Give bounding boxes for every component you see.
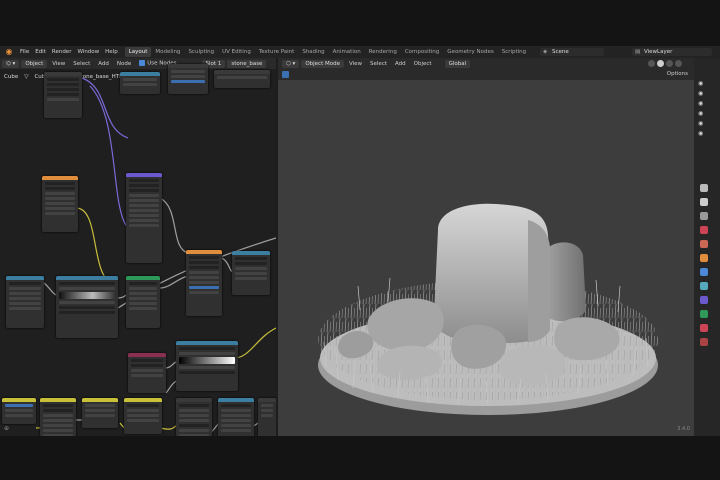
tool-properties-icon[interactable]	[700, 184, 708, 192]
tab-animation[interactable]: Animation	[329, 47, 365, 57]
wire	[159, 275, 189, 289]
tab-texture-paint[interactable]: Texture Paint	[255, 47, 299, 57]
tab-scripting[interactable]: Scripting	[498, 47, 530, 57]
menu-object[interactable]: Object	[411, 61, 435, 67]
physics-properties-icon[interactable]	[700, 296, 708, 304]
node-color-ramp[interactable]	[56, 276, 118, 338]
tab-shading[interactable]: Shading	[298, 47, 328, 57]
shading-buttons	[648, 60, 682, 67]
node-math[interactable]	[218, 398, 254, 436]
tab-layout[interactable]: Layout	[124, 47, 152, 57]
menu-select[interactable]: Select	[367, 61, 390, 67]
modifier-properties-icon[interactable]	[700, 268, 708, 276]
editor-type-button[interactable]: ⬡ ▾	[282, 59, 300, 68]
scene-selector[interactable]: ◈ Scene	[540, 48, 604, 56]
main-rock-side	[528, 220, 551, 342]
node-hue-saturation[interactable]	[82, 398, 118, 428]
version-label: 3.4.0	[677, 426, 690, 432]
eye-icon[interactable]: ◉	[698, 120, 703, 127]
solid-shading-icon[interactable]	[657, 60, 664, 67]
menu-edit[interactable]: Edit	[32, 49, 49, 55]
wire	[89, 85, 129, 229]
viewlayer-name: ViewLayer	[644, 49, 673, 55]
tab-sculpting[interactable]: Sculpting	[184, 47, 218, 57]
data-properties-icon[interactable]	[700, 310, 708, 318]
viewport-header: ⬡ ▾ Object Mode View Select Add Object G…	[278, 58, 694, 69]
properties-strip: ◉ ◉ ◉ ◉ ◉ ◉	[694, 58, 720, 436]
node-mix-rgb[interactable]	[40, 398, 76, 436]
eye-icon[interactable]: ◉	[698, 90, 703, 97]
particle-properties-icon[interactable]	[700, 282, 708, 290]
node-layer-weight[interactable]	[128, 353, 166, 393]
scene-name: Scene	[552, 49, 569, 55]
menu-render[interactable]: Render	[49, 49, 75, 55]
shader-node-editor[interactable]: ⌬ ▾ Object View Select Add Node Use Node…	[0, 58, 276, 436]
viewport-scene	[318, 203, 658, 415]
node-voronoi-texture[interactable]	[126, 173, 162, 263]
output-properties-icon[interactable]	[700, 212, 708, 220]
node-output-partial[interactable]	[258, 398, 276, 436]
3d-viewport[interactable]: ⬡ ▾ Object Mode View Select Add Object G…	[278, 58, 694, 436]
menu-view[interactable]: View	[346, 61, 365, 67]
wire	[75, 207, 113, 285]
viewport-tool-header: Options	[278, 69, 694, 80]
node-object-info[interactable]	[120, 72, 160, 94]
node-color-ramp-2[interactable]	[176, 341, 238, 391]
menu-add[interactable]: Add	[392, 61, 409, 67]
object-mode-dropdown[interactable]: Object Mode	[301, 59, 344, 68]
node-bump[interactable]	[2, 398, 36, 424]
node-color-attribute[interactable]	[214, 70, 270, 88]
wire	[159, 197, 189, 254]
material-properties-icon[interactable]	[700, 324, 708, 332]
mouse-hint-icon: ⊕	[4, 425, 10, 432]
node-texture-coordinate[interactable]	[44, 72, 82, 118]
scene-icon: ◈	[543, 49, 548, 55]
texture-properties-icon[interactable]	[700, 338, 708, 346]
blender-window: ◉ File Edit Render Window Help Layout Mo…	[0, 46, 720, 436]
tab-rendering[interactable]: Rendering	[365, 47, 401, 57]
rendered-shading-icon[interactable]	[675, 60, 682, 67]
wire	[43, 282, 57, 296]
node-mix[interactable]	[176, 398, 212, 436]
tab-compositing[interactable]: Compositing	[401, 47, 443, 57]
select-tool-icon[interactable]	[282, 71, 289, 78]
material-shading-icon[interactable]	[666, 60, 673, 67]
viewlayer-selector[interactable]: ▤ ViewLayer	[632, 48, 712, 56]
node-principled-bsdf[interactable]	[186, 250, 222, 316]
node-noise-texture[interactable]	[42, 176, 78, 232]
tab-geometry-nodes[interactable]: Geometry Nodes	[443, 47, 497, 57]
menu-window[interactable]: Window	[74, 49, 102, 55]
node-mapping-top[interactable]	[168, 64, 208, 94]
wireframe-shading-icon[interactable]	[648, 60, 655, 67]
scene-properties-icon[interactable]	[700, 226, 708, 234]
eye-icon[interactable]: ◉	[698, 130, 703, 137]
tab-modeling[interactable]: Modeling	[151, 47, 184, 57]
tab-uv-editing[interactable]: UV Editing	[218, 47, 255, 57]
node-image-texture[interactable]	[6, 276, 44, 328]
top-menu-bar: ◉ File Edit Render Window Help Layout Mo…	[0, 46, 720, 58]
object-properties-icon[interactable]	[700, 254, 708, 262]
node-rgb-curves[interactable]	[124, 398, 162, 434]
wire	[233, 327, 276, 359]
node-mix-shader[interactable]	[126, 276, 160, 328]
eye-icon[interactable]: ◉	[698, 80, 703, 87]
menu-file[interactable]: File	[17, 49, 32, 55]
eye-icon[interactable]: ◉	[698, 110, 703, 117]
world-properties-icon[interactable]	[700, 240, 708, 248]
options-dropdown[interactable]: Options	[667, 71, 688, 77]
eye-icon[interactable]: ◉	[698, 100, 703, 107]
blender-logo-icon[interactable]: ◉	[4, 47, 14, 57]
render-properties-icon[interactable]	[700, 198, 708, 206]
viewlayer-icon: ▤	[635, 49, 641, 55]
node-material-output[interactable]	[232, 251, 270, 295]
menu-help[interactable]: Help	[102, 49, 121, 55]
transform-orientation-dropdown[interactable]: Global	[444, 59, 471, 68]
